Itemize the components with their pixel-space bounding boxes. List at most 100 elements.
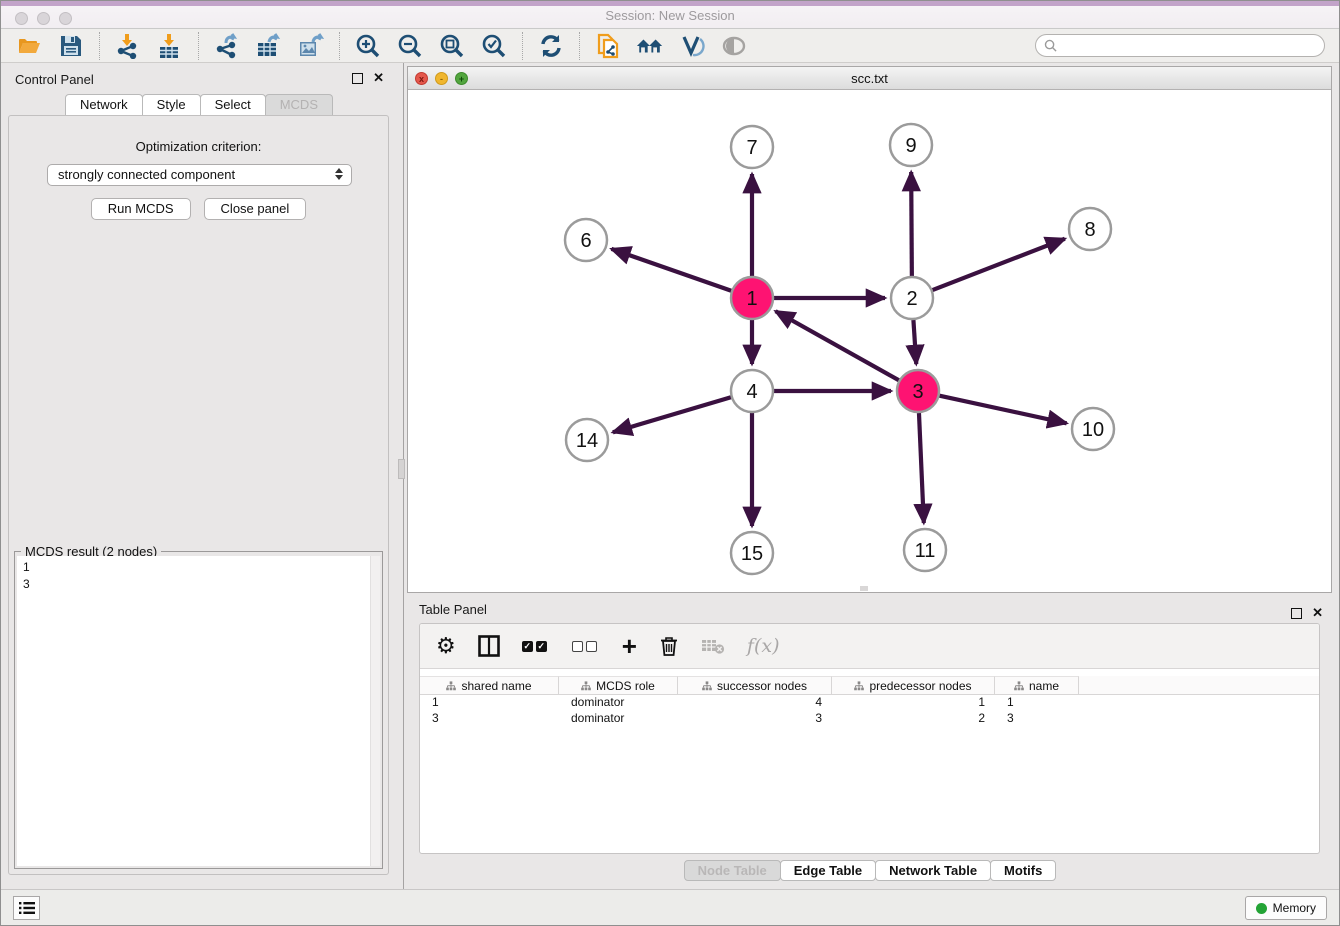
graph-node-label-8: 8 <box>1084 219 1095 241</box>
zoom-selected-icon[interactable] <box>480 32 508 60</box>
memory-status-icon <box>1256 903 1267 914</box>
import-table-icon[interactable] <box>156 32 184 60</box>
table-settings-icon[interactable]: ⚙ <box>436 633 456 659</box>
export-table-icon[interactable] <box>255 32 283 60</box>
control-panel-title: Control Panel <box>15 72 94 87</box>
zoom-fit-icon[interactable] <box>438 32 466 60</box>
canvas-resize-grip[interactable] <box>860 586 868 591</box>
save-session-icon[interactable] <box>57 32 85 60</box>
graph-edge-2-3[interactable] <box>913 320 916 364</box>
network-graph[interactable]: 7968124310141511 <box>408 90 1331 592</box>
control-panel: Control Panel ✕ Network Style Select MCD… <box>1 63 396 881</box>
column-header-shared-name[interactable]: shared name <box>420 676 559 694</box>
table-cell[interactable]: 3 <box>420 711 559 727</box>
add-column-icon[interactable]: + <box>622 633 637 659</box>
delete-column-icon[interactable] <box>659 633 679 659</box>
graph-edge-3-1[interactable] <box>776 311 899 380</box>
clone-network-icon[interactable] <box>594 32 622 60</box>
graph-edge-1-6[interactable] <box>611 249 731 291</box>
network-canvas[interactable]: 7968124310141511 <box>408 90 1331 592</box>
tab-style[interactable]: Style <box>142 94 201 115</box>
table-cell[interactable]: dominator <box>559 711 678 727</box>
function-builder-icon[interactable]: f(x) <box>747 633 780 659</box>
run-mcds-button[interactable]: Run MCDS <box>91 198 191 220</box>
close-table-panel-icon[interactable]: ✕ <box>1312 605 1323 621</box>
panel-splitter[interactable] <box>396 63 407 891</box>
column-header-successor-nodes[interactable]: successor nodes <box>678 676 832 694</box>
column-header-MCDS-role[interactable]: MCDS role <box>559 676 678 694</box>
graph-edge-2-9[interactable] <box>911 172 912 276</box>
table-cell[interactable]: 3 <box>678 711 832 727</box>
column-header-label: predecessor nodes <box>869 679 971 693</box>
window-title: Session: New Session <box>1 8 1339 23</box>
column-header-name[interactable]: name <box>995 676 1079 694</box>
graph-node-label-10: 10 <box>1082 419 1104 441</box>
close-panel-icon[interactable]: ✕ <box>373 70 384 86</box>
tab-node-table[interactable]: Node Table <box>684 860 781 881</box>
table-cell[interactable]: dominator <box>559 695 678 711</box>
export-network-icon[interactable] <box>213 32 241 60</box>
memory-label: Memory <box>1273 901 1316 915</box>
open-session-icon[interactable] <box>15 32 43 60</box>
attribute-tree-icon <box>702 681 712 691</box>
deselect-all-rows-icon[interactable] <box>572 633 600 659</box>
float-table-panel-icon[interactable] <box>1291 608 1302 619</box>
table-type-tabs: Node Table Edge Table Network Table Moti… <box>407 860 1332 881</box>
table-cell[interactable]: 1 <box>420 695 559 711</box>
attribute-tree-icon <box>446 681 456 691</box>
tab-network-table[interactable]: Network Table <box>875 860 991 881</box>
status-bar: Memory <box>1 889 1339 925</box>
table-cell[interactable]: 1 <box>995 695 1079 711</box>
column-header-predecessor-nodes[interactable]: predecessor nodes <box>832 676 995 694</box>
attribute-tree-icon <box>581 681 591 691</box>
result-scrollbar[interactable] <box>370 556 380 866</box>
graph-node-label-14: 14 <box>576 430 598 452</box>
table-cell[interactable]: 4 <box>678 695 832 711</box>
refresh-layout-icon[interactable] <box>537 32 565 60</box>
float-panel-icon[interactable] <box>352 73 363 84</box>
search-input[interactable] <box>1057 37 1324 55</box>
node-table-container: ⚙ ✓✓ + f(x) shared name MCDS role successo… <box>419 623 1320 854</box>
tab-mcds[interactable]: MCDS <box>265 94 333 115</box>
table-cell[interactable]: 3 <box>995 711 1079 727</box>
graph-edge-3-10[interactable] <box>939 396 1066 424</box>
hide-panel-eye-icon[interactable] <box>720 32 748 60</box>
graph-edge-3-11[interactable] <box>919 413 924 523</box>
optimization-criterion-select[interactable]: strongly connected component <box>47 164 352 186</box>
export-image-icon[interactable] <box>297 32 325 60</box>
graph-node-label-7: 7 <box>746 137 757 159</box>
table-panel-title: Table Panel <box>419 602 487 617</box>
graph-edge-4-14[interactable] <box>613 397 731 432</box>
vizmapper-icon[interactable] <box>678 32 706 60</box>
zoom-in-icon[interactable] <box>354 32 382 60</box>
select-all-rows-icon[interactable]: ✓✓ <box>522 633 550 659</box>
memory-button[interactable]: Memory <box>1245 896 1327 920</box>
home-pages-icon[interactable] <box>636 32 664 60</box>
tab-select[interactable]: Select <box>200 94 266 115</box>
window-titlebar: Session: New Session <box>1 1 1339 29</box>
column-header-label: MCDS role <box>596 679 655 693</box>
delete-table-icon[interactable] <box>701 633 725 659</box>
tab-edge-table[interactable]: Edge Table <box>780 860 876 881</box>
table-body: 1dominator4113dominator323 <box>420 695 1319 727</box>
search-icon <box>1044 39 1057 52</box>
network-view-window: x - + scc.txt 7968124310141511 <box>407 66 1332 593</box>
tab-network[interactable]: Network <box>65 94 143 115</box>
import-network-icon[interactable] <box>114 32 142 60</box>
task-history-button[interactable] <box>13 896 40 920</box>
mcds-result-text[interactable]: 1 3 <box>17 556 380 866</box>
zoom-out-icon[interactable] <box>396 32 424 60</box>
splitter-grip[interactable] <box>398 459 405 479</box>
table-row[interactable]: 3dominator323 <box>420 711 1319 727</box>
column-header-label: shared name <box>461 679 531 693</box>
close-panel-button[interactable]: Close panel <box>204 198 307 220</box>
attribute-tree-icon <box>1014 681 1024 691</box>
table-cell[interactable]: 1 <box>832 695 995 711</box>
graph-edge-2-8[interactable] <box>933 239 1065 290</box>
graph-node-label-11: 11 <box>915 540 936 562</box>
table-row[interactable]: 1dominator411 <box>420 695 1319 711</box>
table-toolbar: ⚙ ✓✓ + f(x) <box>420 624 1319 669</box>
column-visibility-icon[interactable] <box>478 633 500 659</box>
table-cell[interactable]: 2 <box>832 711 995 727</box>
tab-motifs[interactable]: Motifs <box>990 860 1056 881</box>
